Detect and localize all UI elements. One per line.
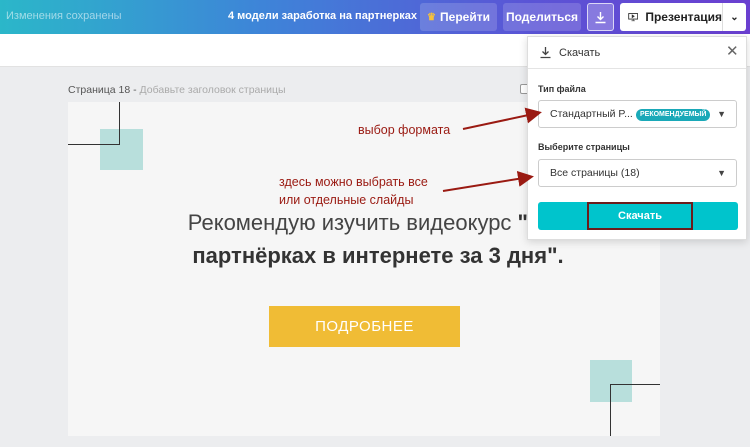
more-button[interactable]: ПОДРОБНЕЕ [269, 306, 460, 347]
file-type-value: Стандартный P... [550, 108, 633, 120]
decor-line-bottom-v [610, 384, 611, 436]
go-button-label: Перейти [440, 10, 490, 24]
pages-label: Выберите страницы [538, 142, 630, 152]
pages-annotation: здесь можно выбрать все или отдельные сл… [279, 173, 428, 209]
file-type-label: Тип файла [538, 84, 586, 94]
download-button[interactable] [587, 3, 614, 31]
download-panel-header: Скачать ✕ [528, 37, 746, 69]
page-number: Страница 18 - [68, 84, 137, 96]
chevron-down-icon: ▼ [717, 168, 726, 178]
present-button[interactable]: Презентация [620, 3, 722, 31]
chevron-down-icon: ▼ [717, 109, 726, 119]
more-button-label: ПОДРОБНЕЕ [315, 318, 414, 335]
download-submit-highlight: Скачать [587, 202, 693, 230]
pages-value: Все страницы (18) [550, 167, 640, 179]
pages-annotation-line1: здесь можно выбрать все [279, 175, 428, 189]
crown-icon: ♛ [427, 11, 437, 23]
decor-line-bottom-h [610, 384, 660, 385]
page-heading: Страница 18 - Добавьте заголовок страниц… [68, 84, 286, 96]
save-status: Изменения сохранены [6, 10, 122, 22]
share-button-label: Поделиться [505, 10, 579, 24]
pages-select[interactable]: Все страницы (18) ▼ [538, 159, 737, 187]
share-button[interactable]: Поделиться [503, 3, 581, 31]
download-panel-title: Скачать [559, 47, 601, 59]
download-panel: Скачать ✕ Тип файла Стандартный P... РЕК… [527, 36, 747, 240]
headline-line2-bold: партнёрках в интернете за 3 дня [192, 243, 548, 268]
pages-annotation-line2: или отдельные слайды [279, 193, 414, 207]
recommended-badge: РЕКОМЕНДУЕМЫЙ [636, 109, 711, 121]
page-title-input[interactable]: Добавьте заголовок страницы [140, 84, 286, 96]
chevron-down-icon: ⌄ [730, 11, 739, 23]
file-type-select[interactable]: Стандартный P... РЕКОМЕНДУЕМЫЙ ▼ [538, 100, 737, 128]
decor-line-top-h [68, 144, 120, 145]
go-button[interactable]: ♛ Перейти [420, 3, 497, 31]
download-submit-button[interactable]: Скачать [538, 202, 738, 230]
presentation-icon [628, 13, 639, 22]
decor-square-bottom [590, 360, 632, 402]
present-button-label: Презентация [645, 10, 722, 24]
headline-line1: Рекомендую изучить видеокурс [187, 210, 518, 235]
format-annotation: выбор формата [358, 123, 451, 137]
decor-line-top-v [119, 102, 120, 145]
document-title[interactable]: 4 модели заработка на партнерках [228, 10, 417, 22]
headline-line2-tail: ". [547, 243, 564, 268]
decor-square-top [100, 129, 143, 170]
download-submit-label: Скачать [618, 210, 662, 222]
download-icon [595, 11, 606, 23]
top-bar: Изменения сохранены 4 модели заработка н… [0, 0, 750, 34]
present-options-button[interactable]: ⌄ [722, 3, 746, 31]
download-icon [540, 47, 551, 59]
close-icon[interactable]: ✕ [726, 44, 739, 59]
